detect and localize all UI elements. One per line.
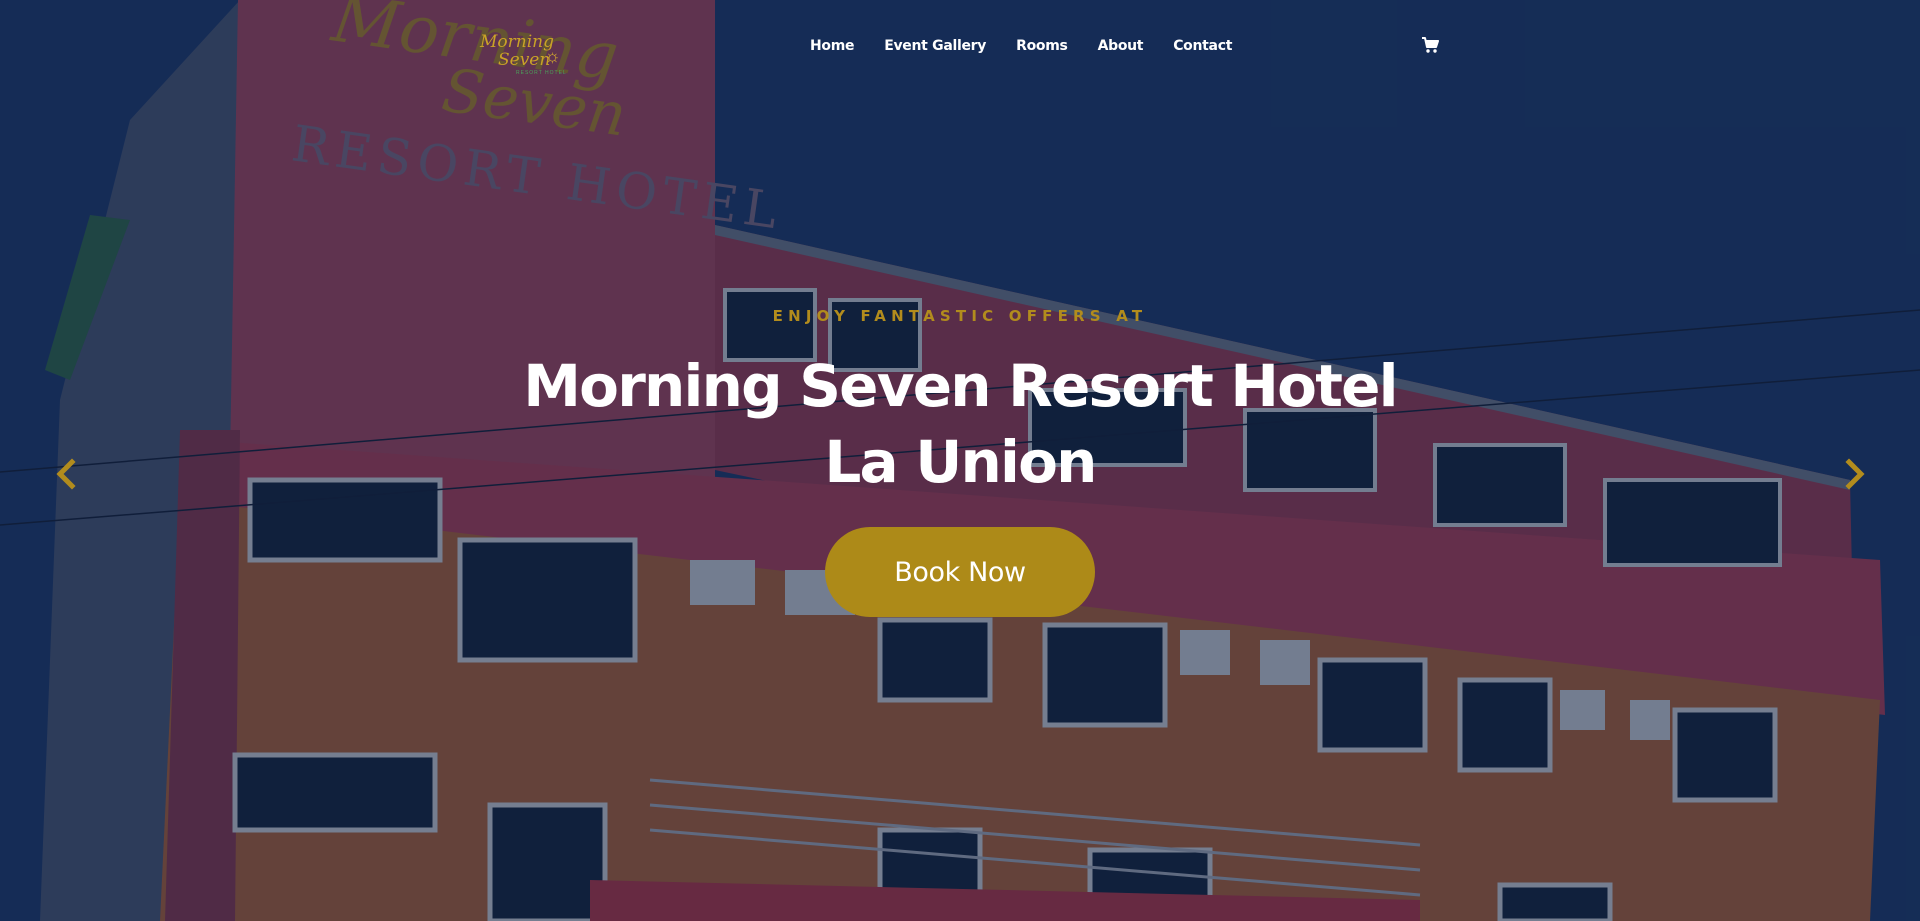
- hero-title-line2: La Union: [824, 428, 1097, 496]
- logo-text-line1: Morning: [480, 32, 554, 52]
- logo-text-line2: Seven: [498, 50, 551, 70]
- nav-link-contact[interactable]: Contact: [1158, 36, 1247, 56]
- chevron-left-icon[interactable]: [52, 458, 80, 490]
- shopping-cart-icon[interactable]: [1421, 36, 1439, 54]
- hero-carousel: RESORT HOTEL Morning Seven Morning Seven…: [0, 0, 1920, 921]
- book-now-button[interactable]: Book Now: [825, 527, 1095, 617]
- main-nav-menu: Home Event Gallery Rooms About Contact: [810, 36, 1247, 56]
- top-navbar: Morning Seven ☼ RESORT HOTEL Home Event …: [0, 0, 1920, 92]
- hero-title-line1: Morning Seven Resort Hotel: [523, 352, 1398, 420]
- brand-logo[interactable]: Morning Seven ☼ RESORT HOTEL: [472, 30, 568, 80]
- nav-link-about[interactable]: About: [1083, 36, 1159, 56]
- hero-title: Morning Seven Resort Hotel La Union: [360, 348, 1560, 500]
- nav-link-rooms[interactable]: Rooms: [1001, 36, 1082, 56]
- chevron-right-icon[interactable]: [1841, 458, 1869, 490]
- nav-link-event-gallery[interactable]: Event Gallery: [869, 36, 1001, 56]
- sun-icon: ☼: [544, 46, 561, 66]
- hero-eyebrow: ENJOY FANTASTIC OFFERS AT: [772, 307, 1148, 325]
- logo-tagline: RESORT HOTEL: [516, 70, 567, 76]
- nav-link-home[interactable]: Home: [810, 36, 869, 56]
